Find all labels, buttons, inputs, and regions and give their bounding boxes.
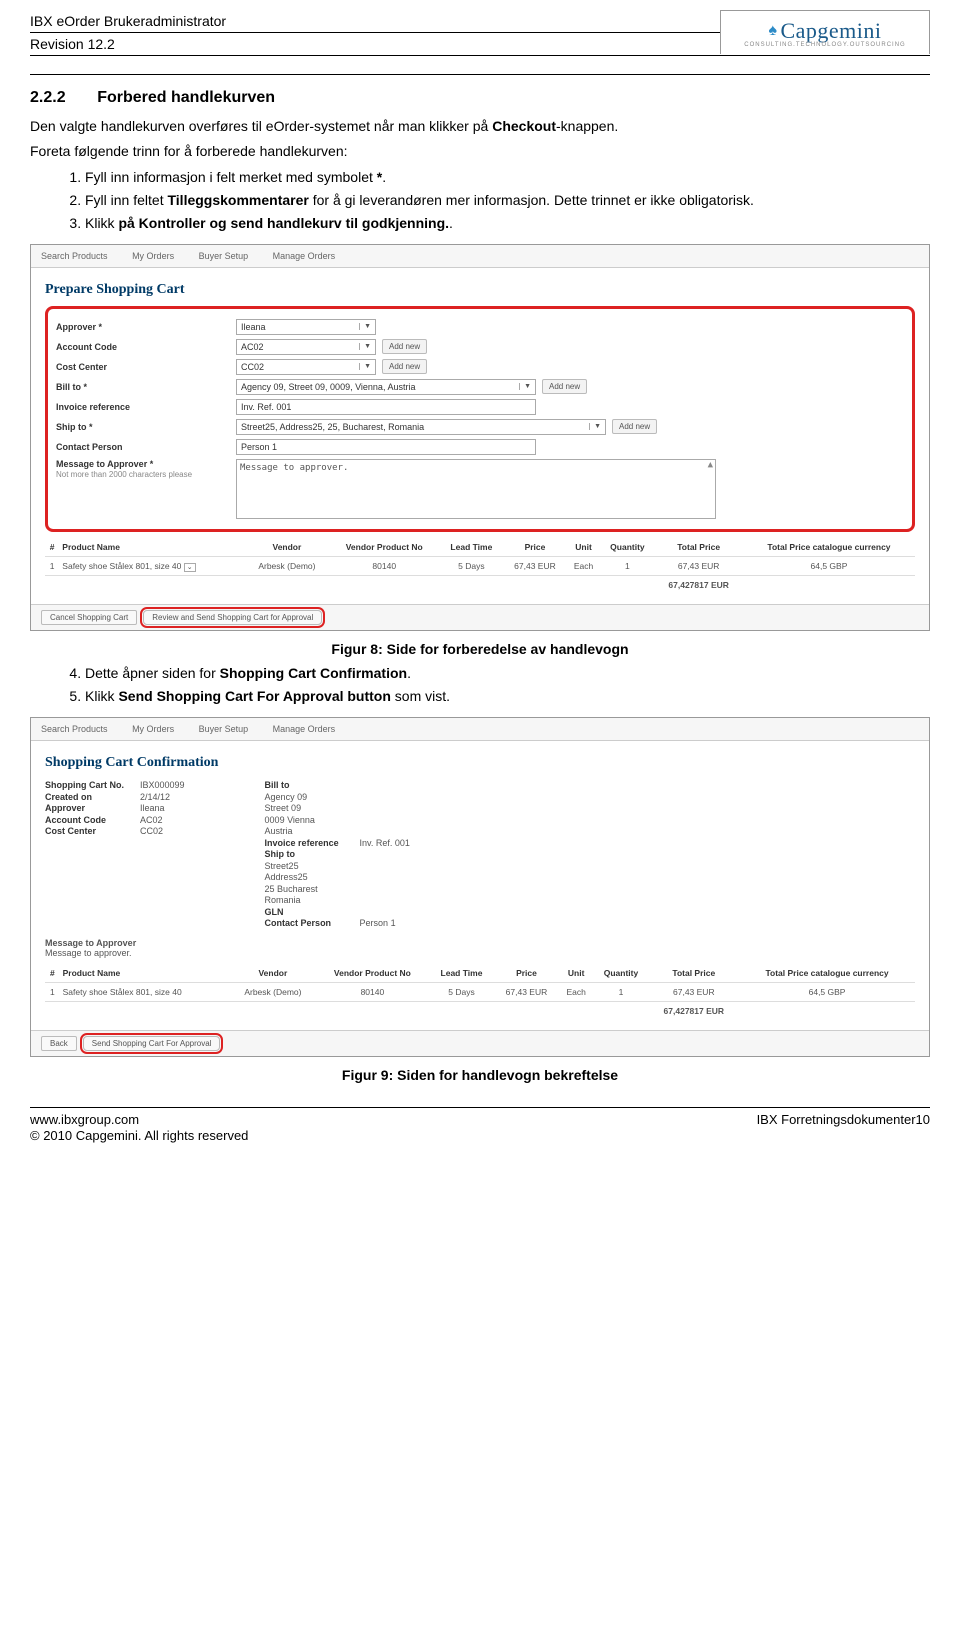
section-number: 2.2.2 [30, 89, 66, 106]
info-col-right: Bill to Agency 09 Street 09 0009 Vienna … [265, 779, 410, 930]
footer-url: www.ibxgroup.com [30, 1112, 248, 1127]
cancel-cart-button[interactable]: Cancel Shopping Cart [41, 610, 137, 625]
figure-9-caption: Figur 9: Siden for handlevogn bekreftels… [30, 1067, 930, 1083]
account-code-select[interactable]: AC02▼ [236, 339, 376, 355]
logo: ♠ Capgemini CONSULTING.TECHNOLOGY.OUTSOU… [720, 10, 930, 54]
screenshot-prepare-cart: Search Products My Orders Buyer Setup Ma… [30, 244, 930, 631]
spade-icon: ♠ [768, 22, 777, 40]
paragraph-intro: Den valgte handlekurven overføres til eO… [30, 117, 930, 136]
chevron-down-icon: ▼ [359, 323, 371, 330]
doc-revision: Revision 12.2 [30, 33, 720, 55]
nav-item[interactable]: Buyer Setup [199, 251, 249, 261]
horizontal-rule [30, 74, 930, 75]
message-block: Message to Approver Message to approver. [45, 938, 915, 958]
logo-text: Capgemini [780, 18, 881, 44]
step-1: Fyll inn informasjon i felt merket med s… [85, 167, 930, 188]
add-new-button[interactable]: Add new [612, 419, 657, 434]
app-nav: Search Products My Orders Buyer Setup Ma… [31, 245, 929, 268]
table-total-row: 67,427817 EUR [45, 1001, 915, 1020]
table-header-row: # Product Name Vendor Vendor Product No … [45, 964, 915, 983]
ship-to-label: Ship to * [56, 422, 236, 432]
nav-item[interactable]: Search Products [41, 724, 108, 734]
scroll-up-icon: ▲ [708, 460, 713, 470]
table-row: 1 Safety shoe Stålex 801, size 40 Arbesk… [45, 982, 915, 1001]
add-new-button[interactable]: Add new [382, 359, 427, 374]
section-title: Forbered handlekurven [97, 89, 275, 106]
step-2: Fyll inn feltet Tilleggskommentarer for … [85, 190, 930, 211]
table-total-row: 67,427817 EUR [45, 575, 915, 594]
table-row: 1 Safety shoe Stålex 801, size 40 ⌄ Arbe… [45, 556, 915, 575]
chevron-down-icon: ▼ [359, 343, 371, 350]
expand-icon[interactable]: ⌄ [184, 563, 196, 572]
footer-copyright: © 2010 Capgemini. All rights reserved [30, 1128, 248, 1143]
cost-center-label: Cost Center [56, 362, 236, 372]
approver-select[interactable]: Ileana▼ [236, 319, 376, 335]
doc-title: IBX eOrder Brukeradministrator [30, 10, 720, 33]
chevron-down-icon: ▼ [359, 363, 371, 370]
page-footer: www.ibxgroup.com © 2010 Capgemini. All r… [30, 1107, 930, 1144]
message-label: Message to Approver * Not more than 2000… [56, 459, 236, 479]
invoice-ref-input[interactable]: Inv. Ref. 001 [236, 399, 536, 415]
logo-tagline: CONSULTING.TECHNOLOGY.OUTSOURCING [744, 42, 905, 48]
info-col-left: Shopping Cart No.IBX000099 Created on2/1… [45, 779, 185, 930]
add-new-button[interactable]: Add new [542, 379, 587, 394]
nav-item[interactable]: Buyer Setup [199, 724, 249, 734]
cart-table: # Product Name Vendor Vendor Product No … [45, 538, 915, 594]
send-for-approval-button[interactable]: Send Shopping Cart For Approval [83, 1036, 221, 1051]
cart-table: # Product Name Vendor Vendor Product No … [45, 964, 915, 1020]
screenshot-confirmation: Search Products My Orders Buyer Setup Ma… [30, 717, 930, 1057]
paragraph-lead: Foreta følgende trinn for å forberede ha… [30, 142, 930, 161]
ship-to-select[interactable]: Street25, Address25, 25, Bucharest, Roma… [236, 419, 606, 435]
step-4: Dette åpner siden for Shopping Cart Conf… [85, 663, 930, 684]
screenshot-heading: Shopping Cart Confirmation [45, 755, 915, 771]
bill-to-select[interactable]: Agency 09, Street 09, 0009, Vienna, Aust… [236, 379, 536, 395]
bill-to-label: Bill to * [56, 382, 236, 392]
back-button[interactable]: Back [41, 1036, 77, 1051]
screenshot-heading: Prepare Shopping Cart [45, 282, 915, 298]
figure-8-caption: Figur 8: Side for forberedelse av handle… [30, 641, 930, 657]
section-heading: 2.2.2 Forbered handlekurven [30, 89, 930, 107]
footer-right: IBX Forretningsdokumenter10 [757, 1112, 930, 1144]
table-header-row: # Product Name Vendor Vendor Product No … [45, 538, 915, 557]
highlight-box: Approver * Ileana▼ Account Code AC02▼ Ad… [45, 306, 915, 532]
info-summary: Shopping Cart No.IBX000099 Created on2/1… [45, 779, 915, 930]
app-nav: Search Products My Orders Buyer Setup Ma… [31, 718, 929, 741]
step-3: Klikk på Kontroller og send handlekurv t… [85, 213, 930, 234]
add-new-button[interactable]: Add new [382, 339, 427, 354]
nav-item[interactable]: Manage Orders [273, 724, 336, 734]
message-textarea[interactable]: Message to approver. ▲ [236, 459, 716, 519]
step-5: Klikk Send Shopping Cart For Approval bu… [85, 686, 930, 707]
nav-item[interactable]: Manage Orders [273, 251, 336, 261]
cost-center-select[interactable]: CC02▼ [236, 359, 376, 375]
approver-label: Approver * [56, 322, 236, 332]
page-header: IBX eOrder Brukeradministrator Revision … [30, 10, 930, 56]
steps-list-2: Dette åpner siden for Shopping Cart Conf… [30, 663, 930, 707]
chevron-down-icon: ▼ [519, 383, 531, 390]
review-send-button[interactable]: Review and Send Shopping Cart for Approv… [143, 610, 322, 625]
nav-item[interactable]: My Orders [132, 724, 174, 734]
contact-person-label: Contact Person [56, 442, 236, 452]
nav-item[interactable]: Search Products [41, 251, 108, 261]
account-code-label: Account Code [56, 342, 236, 352]
nav-item[interactable]: My Orders [132, 251, 174, 261]
chevron-down-icon: ▼ [589, 423, 601, 430]
contact-person-input[interactable]: Person 1 [236, 439, 536, 455]
steps-list-1: Fyll inn informasjon i felt merket med s… [30, 167, 930, 234]
screenshot-footer: Back Send Shopping Cart For Approval [31, 1030, 929, 1056]
invoice-ref-label: Invoice reference [56, 402, 236, 412]
screenshot-footer: Cancel Shopping Cart Review and Send Sho… [31, 604, 929, 630]
